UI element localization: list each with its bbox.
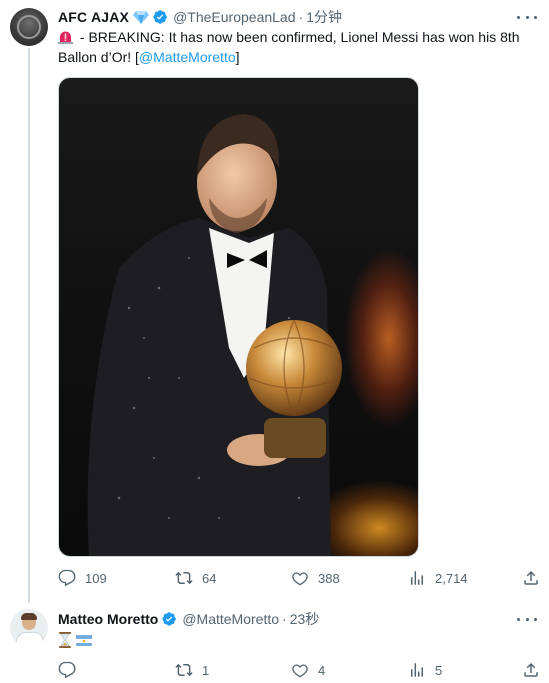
tweet-photo[interactable]	[58, 77, 419, 557]
tweet-header: AFC AJAX @TheEuropeanLad · 1分钟	[58, 7, 342, 27]
reply-text	[58, 631, 92, 649]
blue-diamond-icon	[133, 11, 150, 24]
mention-link[interactable]: @MatteMoretto	[139, 49, 236, 65]
argentina-flag-icon	[76, 634, 92, 646]
rotating-light-icon	[58, 31, 73, 44]
retweet-count: 1	[202, 662, 210, 678]
reply-author-handle[interactable]: @MatteMoretto	[182, 611, 279, 627]
reply-author-avatar[interactable]	[10, 609, 48, 647]
separator-dot: ·	[282, 611, 287, 627]
retweet-count: 64	[202, 570, 217, 586]
retweet-button[interactable]: 64	[175, 568, 216, 588]
author-name[interactable]: AFC AJAX	[58, 9, 129, 25]
share-button[interactable]	[522, 660, 540, 680]
verified-badge-icon	[153, 10, 167, 24]
tweet-text-close: ]	[235, 49, 240, 65]
more-options-icon[interactable]	[517, 8, 537, 26]
reply-button[interactable]: 109	[58, 568, 107, 588]
reply-actions: 1 4 5	[58, 660, 549, 680]
like-count: 4	[318, 662, 326, 678]
retweet-icon	[175, 663, 193, 677]
reply-icon	[58, 569, 76, 587]
reply-more-options-icon[interactable]	[517, 610, 537, 628]
views-icon	[411, 571, 423, 585]
views-button[interactable]: 5	[408, 660, 442, 680]
reply-author-name[interactable]: Matteo Moretto	[58, 611, 158, 627]
tweet-text: - BREAKING: It has now been confirmed, L…	[58, 27, 538, 67]
share-button[interactable]	[522, 568, 540, 588]
share-icon	[524, 662, 538, 677]
hourglass-icon	[59, 632, 71, 648]
tweet-text-body: - BREAKING: It has now been confirmed, L…	[58, 29, 520, 65]
share-icon	[524, 570, 538, 585]
heart-icon	[292, 572, 308, 586]
heart-icon	[292, 664, 308, 678]
photo-illustration	[87, 114, 342, 556]
views-button[interactable]: 2,714	[408, 568, 468, 588]
separator-dot: ·	[298, 9, 304, 25]
author-avatar[interactable]	[10, 8, 48, 46]
retweet-icon	[175, 571, 193, 585]
reply-icon	[58, 661, 76, 679]
like-button[interactable]: 388	[291, 568, 340, 588]
tweet-timestamp[interactable]: 1分钟	[306, 7, 342, 27]
views-icon	[411, 663, 423, 677]
reply-header: Matteo Moretto @MatteMoretto · 23秒	[58, 609, 319, 629]
tweet-actions: 109 64 388 2,714	[58, 568, 549, 588]
retweet-button[interactable]: 1	[175, 660, 209, 680]
thread-connector-line	[28, 48, 30, 603]
author-handle[interactable]: @TheEuropeanLad	[173, 9, 295, 25]
reply-timestamp[interactable]: 23秒	[290, 609, 320, 629]
like-button[interactable]: 4	[291, 660, 325, 680]
like-count: 388	[318, 570, 340, 586]
verified-badge-icon	[162, 612, 177, 626]
view-count: 2,714	[435, 570, 468, 586]
view-count: 5	[435, 662, 443, 678]
reply-count: 109	[85, 570, 107, 586]
reply-button[interactable]	[58, 660, 85, 680]
